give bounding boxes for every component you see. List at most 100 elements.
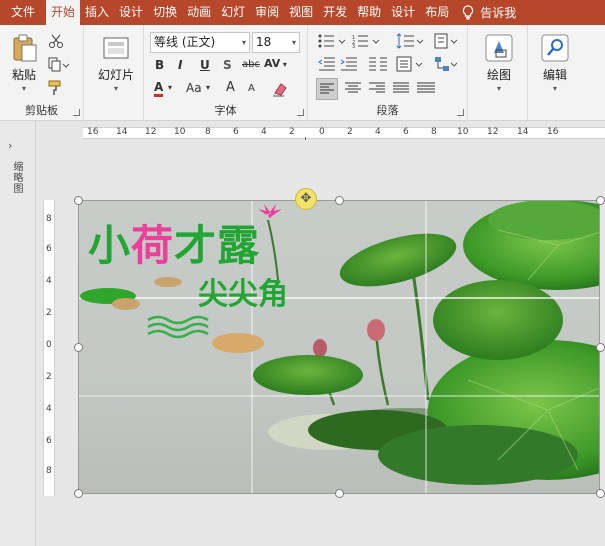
bullets-icon[interactable] xyxy=(318,34,348,48)
ruler-label: 2 xyxy=(46,372,52,382)
tab-picture-design[interactable]: 设计 xyxy=(386,0,420,25)
cut-icon[interactable] xyxy=(48,33,64,49)
font-name-dropdown[interactable]: 等线 (正文) ▾ xyxy=(150,32,250,53)
clear-formatting-icon[interactable] xyxy=(272,81,288,97)
new-slide-button[interactable]: 幻灯片 ▾ xyxy=(94,33,138,93)
font-name-value: 等线 (正文) xyxy=(154,35,216,49)
svg-text:3: 3 xyxy=(352,44,355,48)
align-left-button[interactable] xyxy=(316,78,338,100)
resize-handle-bottom[interactable] xyxy=(335,489,344,498)
chevron-down-icon: ▾ xyxy=(21,84,26,93)
paragraph-group-label: 段落 xyxy=(376,104,399,117)
editing-button[interactable]: 编辑 ▾ xyxy=(534,33,576,93)
smartart-icon[interactable] xyxy=(434,56,460,72)
move-handle-icon[interactable]: ✥ xyxy=(295,188,317,210)
resize-handle-top-left[interactable] xyxy=(74,196,83,205)
increase-indent-icon[interactable] xyxy=(340,57,358,71)
strikethrough-button[interactable]: abc xyxy=(242,59,260,70)
font-size-value: 18 xyxy=(256,35,272,49)
tab-home[interactable]: 开始 xyxy=(46,0,81,25)
shrink-font-button[interactable]: A xyxy=(248,83,255,94)
ruler-label: 4 xyxy=(46,276,52,286)
ruler-label: 10 xyxy=(457,127,469,137)
ruler-label: 6 xyxy=(46,436,52,446)
bold-button[interactable]: B xyxy=(155,58,164,72)
decrease-indent-icon[interactable] xyxy=(318,57,336,71)
editing-group: 编辑 ▾ xyxy=(528,25,605,121)
char-spacing-button[interactable]: AV ▾ xyxy=(264,57,287,70)
resize-handle-left[interactable] xyxy=(74,343,83,352)
clipboard-icon xyxy=(13,34,37,62)
tab-layout[interactable]: 布局 xyxy=(420,0,454,25)
grow-font-button[interactable]: A xyxy=(226,80,235,95)
text-direction-icon[interactable] xyxy=(434,33,460,49)
thumbnail-label: 缩略图 xyxy=(11,161,22,194)
font-launcher[interactable] xyxy=(297,109,304,116)
slide-title-text: 小荷才露 xyxy=(88,221,261,270)
distributed-icon[interactable] xyxy=(416,81,436,97)
resize-handle-top-right[interactable] xyxy=(596,196,605,205)
ruler-label: 8 xyxy=(431,127,437,137)
expand-pane-button[interactable]: › xyxy=(8,139,12,152)
chevron-down-icon: ▾ xyxy=(552,84,557,93)
format-painter-icon[interactable] xyxy=(48,80,64,96)
chevron-down-icon[interactable]: ▾ xyxy=(168,83,172,92)
tab-developer[interactable]: 开发 xyxy=(318,0,352,25)
char-spacing-label: AV xyxy=(264,57,281,70)
ruler-label: 4 xyxy=(46,404,52,414)
drawing-button[interactable]: 绘图 ▾ xyxy=(476,33,522,93)
change-case-button[interactable]: Aa xyxy=(186,81,202,95)
line-spacing-icon[interactable] xyxy=(396,33,426,49)
resize-handle-bottom-left[interactable] xyxy=(74,489,83,498)
tell-me-search[interactable]: 告诉我 xyxy=(454,0,516,25)
tab-transitions[interactable]: 切换 xyxy=(148,0,182,25)
resize-handle-bottom-right[interactable] xyxy=(596,489,605,498)
ruler-label: 12 xyxy=(145,127,157,137)
align-right-icon[interactable] xyxy=(368,81,386,97)
chevron-down-icon: ▾ xyxy=(291,38,296,47)
ruler-label: 14 xyxy=(517,127,529,137)
ruler-label: 0 xyxy=(46,340,52,350)
tab-help[interactable]: 帮助 xyxy=(352,0,386,25)
paragraph-launcher[interactable] xyxy=(457,109,464,116)
tab-insert[interactable]: 插入 xyxy=(80,0,114,25)
justify-icon[interactable] xyxy=(392,81,410,97)
ruler-label: 14 xyxy=(116,127,128,137)
ruler-label: 0 xyxy=(319,127,325,137)
chevron-down-icon: ▾ xyxy=(241,38,246,47)
resize-handle-right[interactable] xyxy=(596,343,605,352)
copy-icon[interactable] xyxy=(48,57,70,73)
ruler-label: 8 xyxy=(205,127,211,137)
vertical-ruler: 8 6 4 2 0 2 4 6 8 xyxy=(43,200,55,496)
ruler-label: 12 xyxy=(487,127,499,137)
align-center-icon[interactable] xyxy=(344,81,362,97)
chevron-down-icon[interactable]: ▾ xyxy=(206,83,210,92)
tab-review[interactable]: 审阅 xyxy=(250,0,284,25)
text-shadow-button[interactable]: S xyxy=(223,58,232,72)
columns-icon[interactable] xyxy=(368,56,390,72)
align-text-icon[interactable] xyxy=(396,56,426,72)
underline-button[interactable]: U xyxy=(200,58,210,72)
ruler-label: 6 xyxy=(403,127,409,137)
slide-canvas[interactable]: 小荷才露 尖尖角 xyxy=(78,200,600,494)
resize-handle-top[interactable] xyxy=(335,196,344,205)
tab-slideshow[interactable]: 幻灯 xyxy=(216,0,250,25)
slide-subtitle[interactable]: 尖尖角 xyxy=(198,278,288,312)
italic-button[interactable]: I xyxy=(178,58,182,72)
tab-file[interactable]: 文件 xyxy=(0,0,46,25)
clipboard-group-label: 剪贴板 xyxy=(25,104,58,117)
font-color-button[interactable]: A xyxy=(154,81,164,97)
tab-view[interactable]: 视图 xyxy=(284,0,318,25)
ruler-center-marker xyxy=(305,137,306,140)
drawing-label: 绘图 xyxy=(486,68,511,82)
tab-animations[interactable]: 动画 xyxy=(182,0,216,25)
ruler-label: 6 xyxy=(233,127,239,137)
font-size-dropdown[interactable]: 18 ▾ xyxy=(252,32,300,53)
paste-button[interactable]: 粘贴 ▾ xyxy=(6,33,42,93)
thumbnail-pane: › 缩略图 xyxy=(0,121,36,546)
slide-title[interactable]: 小荷才露 xyxy=(88,222,260,270)
align-left-icon xyxy=(320,83,334,94)
numbering-icon[interactable]: 123 xyxy=(352,34,382,48)
clipboard-launcher[interactable] xyxy=(73,109,80,116)
tab-design[interactable]: 设计 xyxy=(114,0,148,25)
